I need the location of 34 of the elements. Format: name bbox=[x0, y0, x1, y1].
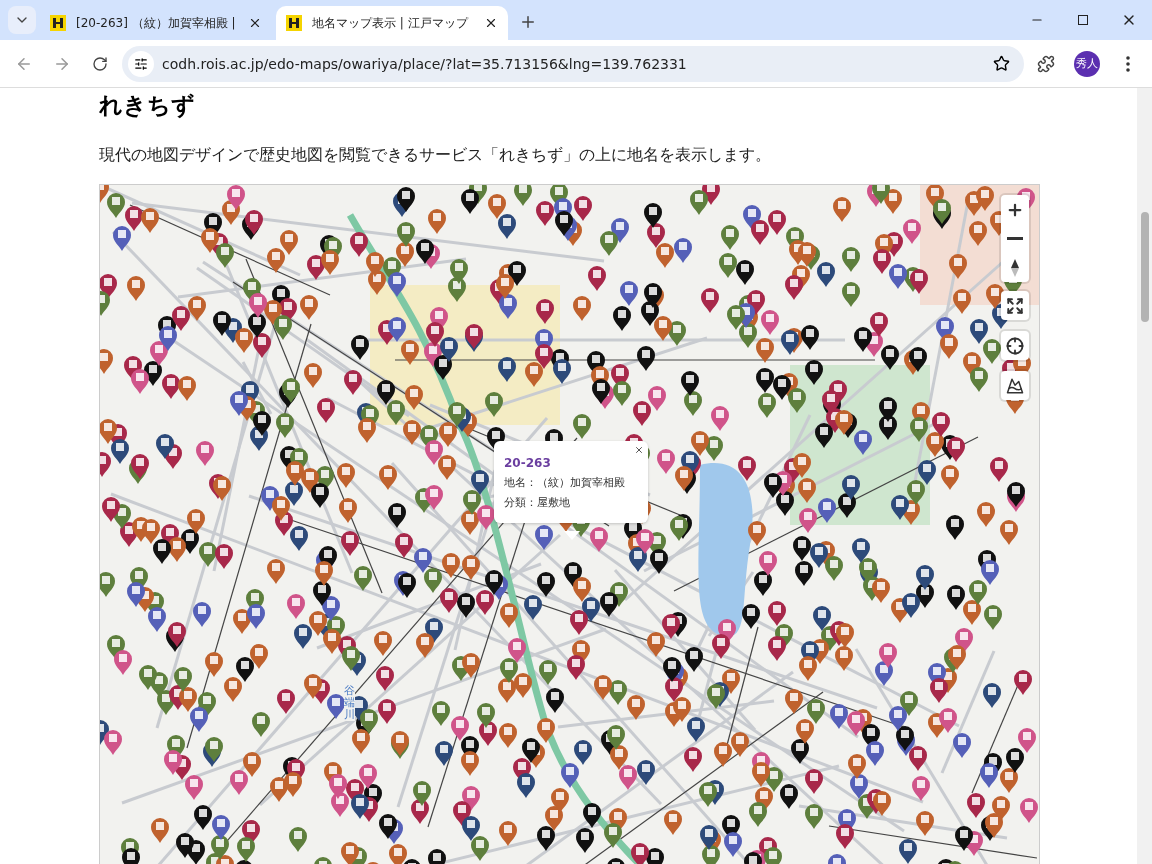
popup-line: 地名：（紋）加賀宰相殿 bbox=[504, 475, 626, 491]
url-text: codh.rois.ac.jp/edo-maps/owariya/place/?lat=35.713156&lng=139.762331 bbox=[162, 55, 688, 72]
menu-icon bbox=[1126, 55, 1130, 72]
plus-icon bbox=[519, 13, 537, 31]
popup-line: 分類：屋敷地 bbox=[504, 495, 571, 511]
close-icon[interactable] bbox=[248, 16, 262, 30]
sliders-icon bbox=[134, 56, 148, 71]
profile-avatar[interactable]: 秀人 bbox=[1074, 50, 1100, 77]
popup-pointer bbox=[564, 531, 580, 540]
section-heading: れきちず bbox=[99, 91, 196, 120]
minus-icon bbox=[1007, 237, 1023, 240]
fullscreen-icon bbox=[1006, 296, 1024, 315]
scrollbar-thumb[interactable] bbox=[1140, 212, 1149, 322]
maximize-icon bbox=[1078, 15, 1088, 25]
address-bar[interactable]: codh.rois.ac.jp/edo-maps/owariya/place/?lat=35.713156&lng=139.762331 bbox=[122, 45, 1024, 82]
locate-icon bbox=[1006, 336, 1024, 355]
scrollbar[interactable] bbox=[1137, 88, 1152, 864]
favicon-icon bbox=[50, 15, 66, 31]
place-id: 20-263 bbox=[504, 455, 552, 472]
tab-title: [20-263] （紋）加賀宰相殿 | bbox=[76, 14, 237, 32]
favicon-icon bbox=[286, 15, 302, 31]
map-view[interactable]: 谷端川 20-263 地名：（紋）加賀宰相殿 分類：屋敷地 bbox=[99, 184, 1040, 864]
browser-tab[interactable]: [20-263] （紋）加賀宰相殿 | bbox=[40, 6, 272, 40]
reload-icon bbox=[92, 55, 108, 72]
close-icon[interactable] bbox=[484, 16, 498, 30]
site-settings-icon[interactable] bbox=[128, 50, 154, 77]
compass-icon bbox=[1010, 257, 1020, 278]
tab-title: 地名マップ表示 | 江戸マップ bbox=[312, 14, 470, 32]
browser-tab[interactable]: 地名マップ表示 | 江戸マップ bbox=[276, 6, 508, 40]
puzzle-icon bbox=[1037, 54, 1055, 73]
section-description: 現代の地図デザインで歴史地図を閲覧できるサービス「れきちず」の上に地名を表示します。 bbox=[99, 145, 772, 166]
river-label: 谷端川 bbox=[344, 685, 355, 722]
bookmark-star-icon[interactable] bbox=[993, 55, 1010, 72]
mountain-icon bbox=[1006, 376, 1024, 395]
